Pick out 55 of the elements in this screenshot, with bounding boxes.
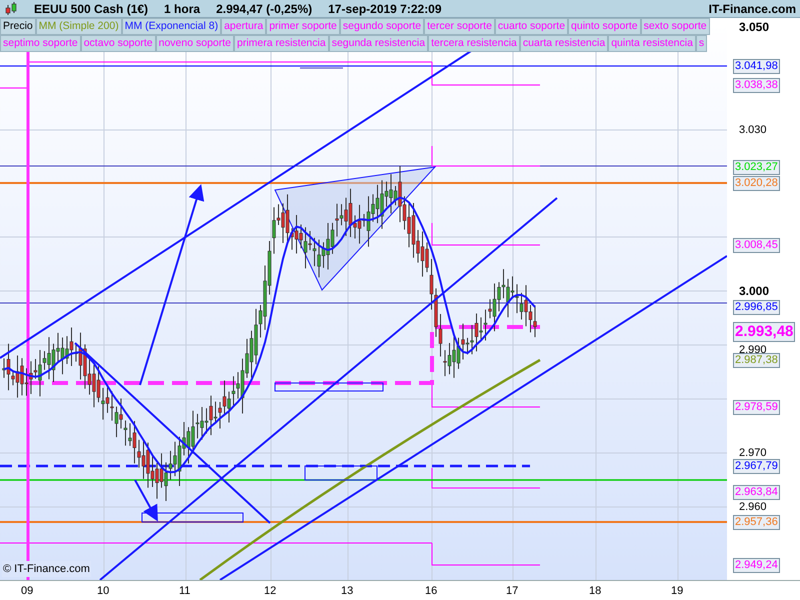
price-tick-label: 3.050 — [739, 20, 770, 34]
legend-item: septimo soporte — [0, 35, 81, 52]
legend-item: cuarta resistencia — [520, 35, 608, 52]
date-tick-label: 09 — [21, 584, 34, 599]
date-tick-label: 12 — [264, 584, 276, 599]
price-tag: 3.008,45 — [733, 238, 780, 253]
instrument-title: EEUU 500 Cash (1€) — [34, 0, 148, 18]
legend-item: sexto soporte — [640, 18, 710, 35]
legend-item: quinta resistencia — [608, 35, 696, 52]
date-tick-label: 13 — [341, 584, 354, 599]
arrow — [134, 480, 158, 522]
date-tick-label: 17 — [506, 584, 518, 599]
legend-item: MM (Simple 200) — [36, 18, 122, 35]
legend-item: apertura — [221, 18, 266, 35]
candlestick-icon — [4, 2, 18, 16]
price-tag: 2.949,24 — [733, 558, 780, 573]
legend-item: primera resistencia — [234, 35, 329, 52]
price-tag: 2.967,79 — [733, 459, 780, 474]
legend-item: tercer soporte — [424, 18, 495, 35]
price-tag: 2.987,38 — [733, 353, 780, 368]
legend-item: segunda resistencia — [328, 35, 428, 52]
brand-label: IT-Finance.com — [708, 0, 796, 18]
price-tag: 3.038,38 — [733, 78, 780, 93]
date-tick-label: 10 — [97, 584, 110, 599]
price-tag: 2.996,85 — [733, 300, 780, 315]
price-tag: 2.957,36 — [733, 515, 780, 530]
legend-item: MM (Exponencial 8) — [122, 18, 222, 35]
legend-item: noveno soporte — [156, 35, 234, 52]
date-tick-label: 11 — [179, 584, 190, 599]
date-tick-label: 16 — [425, 584, 438, 599]
price-tag: 3.020,28 — [733, 176, 780, 191]
price-tag: 2.963,84 — [733, 485, 780, 500]
price-tick-label: 2.990 — [739, 343, 767, 356]
datetime-label: 17-sep-2019 7:22:09 — [328, 0, 442, 18]
price-tag: 2.993,48 — [733, 322, 796, 342]
legend-item: primer soporte — [266, 18, 340, 35]
timeframe-label: 1 hora — [164, 0, 200, 18]
price-tick-label: 3.000 — [739, 284, 770, 298]
price-tick-label: 2.970 — [739, 446, 767, 460]
legend-item: tercera resistencia — [428, 35, 520, 52]
quote-label: 2.994,47 (-0,25%) — [216, 0, 312, 18]
date-tick-label: 19 — [671, 584, 684, 599]
legend-item: octavo soporte — [80, 35, 156, 52]
price-tag: 2.978,59 — [733, 400, 780, 415]
legend-item: s — [696, 35, 708, 52]
price-tick-label: 2.960 — [739, 500, 767, 514]
legend-item: quinto soporte — [568, 18, 641, 35]
copyright-label: © IT-Finance.com — [2, 560, 91, 577]
date-tick-label: 18 — [589, 584, 602, 599]
legend-item: Precio — [0, 18, 36, 35]
legend-item: cuarto soporte — [494, 18, 568, 35]
legend-item: segundo soporte — [340, 18, 424, 35]
price-tag: 3.023,27 — [733, 160, 780, 175]
price-tick-label: 3.030 — [739, 123, 767, 137]
price-tag: 3.041,98 — [733, 59, 780, 74]
